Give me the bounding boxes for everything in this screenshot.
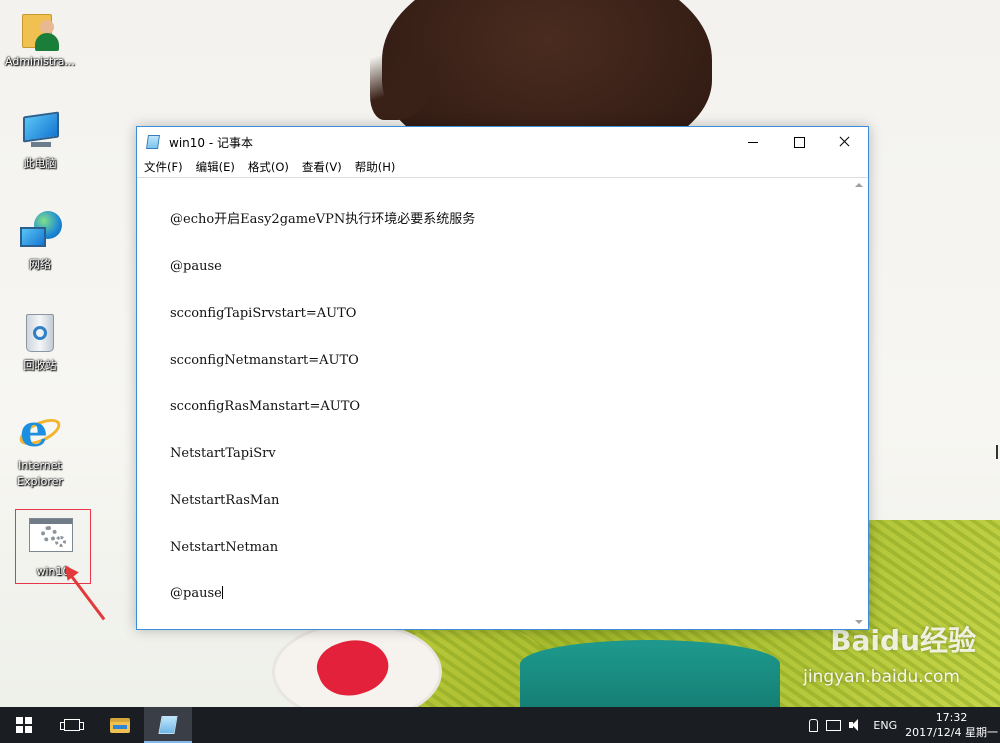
editor-line: scconfigNetmanstart=AUTO — [170, 352, 359, 368]
network-icon — [18, 211, 62, 255]
batch-file-icon — [29, 516, 75, 560]
editor-line: @pause — [170, 586, 222, 602]
menu-view[interactable]: 查看(V) — [297, 159, 347, 175]
clock[interactable]: 17:32 2017/12/4 星期一 — [905, 710, 998, 740]
menu-bar: 文件(F) 编辑(E) 格式(O) 查看(V) 帮助(H) — [137, 157, 868, 177]
desktop-icon-label: Administra... — [5, 55, 75, 68]
desktop-icon-this-pc[interactable]: 此电脑 — [4, 110, 76, 171]
desktop-icon-label: Internet Explorer — [17, 459, 63, 488]
desktop-icon-label: 回收站 — [23, 359, 57, 372]
taskbar-file-explorer[interactable] — [96, 707, 144, 743]
computer-icon — [18, 110, 62, 154]
notepad-window: win10 - 记事本 文件(F) 编辑(E) 格式(O) 查看(V) 帮助(H… — [136, 126, 869, 630]
desktop-icon-label: 网络 — [29, 258, 51, 271]
editor-line-last: @pause — [170, 586, 848, 602]
volume-icon[interactable] — [849, 718, 863, 732]
editor-line: NetstartTapiSrv — [170, 446, 276, 462]
text-editor[interactable]: @echo开启Easy2gameVPN执行环境必要系统服务 @pause scc… — [137, 177, 868, 629]
maximize-button[interactable] — [776, 127, 822, 157]
close-button[interactable] — [822, 127, 868, 157]
window-title: win10 - 记事本 — [169, 135, 253, 150]
notepad-icon — [145, 134, 161, 150]
recycle-bin-icon — [18, 312, 62, 356]
wallpaper-shirt — [520, 640, 780, 707]
usb-device-icon[interactable] — [809, 718, 819, 732]
taskbar-notepad[interactable] — [144, 707, 192, 743]
cursor-mark — [996, 445, 998, 459]
editor-line: scconfigTapiSrvstart=AUTO — [170, 305, 357, 321]
start-button[interactable] — [0, 707, 48, 743]
editor-line: @echo开启Easy2gameVPN执行环境必要系统服务 — [170, 212, 476, 228]
desktop-icon-win10[interactable]: win10 — [17, 516, 89, 579]
system-tray: ENG 17:32 2017/12/4 星期一 — [805, 707, 1000, 743]
editor-line: NetstartNetman — [170, 539, 279, 555]
scroll-down-icon[interactable] — [855, 620, 863, 624]
network-status-icon[interactable] — [826, 719, 842, 731]
user-folder-icon — [18, 8, 62, 52]
internet-explorer-icon: e — [15, 408, 65, 456]
editor-line: @pause — [170, 258, 222, 274]
desktop-icon-internet-explorer[interactable]: e Internet Explorer — [4, 408, 76, 490]
vertical-scrollbar[interactable] — [851, 178, 868, 629]
notepad-icon — [158, 716, 178, 734]
desktop-icon-recycle-bin[interactable]: 回收站 — [4, 312, 76, 373]
menu-edit[interactable]: 编辑(E) — [191, 159, 240, 175]
desktop-icon-network[interactable]: 网络 — [4, 211, 76, 272]
task-view-icon — [60, 719, 84, 731]
minimize-button[interactable] — [730, 127, 776, 157]
editor-content[interactable]: @echo开启Easy2gameVPN执行环境必要系统服务 @pause scc… — [170, 181, 848, 629]
windows-logo-icon — [16, 717, 32, 733]
menu-format[interactable]: 格式(O) — [243, 159, 294, 175]
clock-time: 17:32 — [935, 711, 968, 724]
file-explorer-icon — [110, 717, 130, 733]
scroll-up-icon[interactable] — [855, 183, 863, 187]
menu-help[interactable]: 帮助(H) — [350, 159, 401, 175]
task-view-button[interactable] — [48, 707, 96, 743]
clock-date: 2017/12/4 星期一 — [905, 726, 998, 739]
editor-line: NetstartRasMan — [170, 492, 280, 508]
menu-file[interactable]: 文件(F) — [139, 159, 188, 175]
title-bar[interactable]: win10 - 记事本 — [137, 127, 868, 157]
text-caret — [221, 586, 223, 600]
input-language[interactable]: ENG — [873, 719, 897, 732]
editor-line: scconfigRasManstart=AUTO — [170, 399, 361, 415]
baidu-watermark-url: jingyan.baidu.com — [803, 667, 960, 687]
desktop-icon-administrator[interactable]: Administra... — [4, 8, 76, 69]
desktop-icon-label: 此电脑 — [23, 157, 57, 170]
taskbar: ENG 17:32 2017/12/4 星期一 — [0, 707, 1000, 743]
